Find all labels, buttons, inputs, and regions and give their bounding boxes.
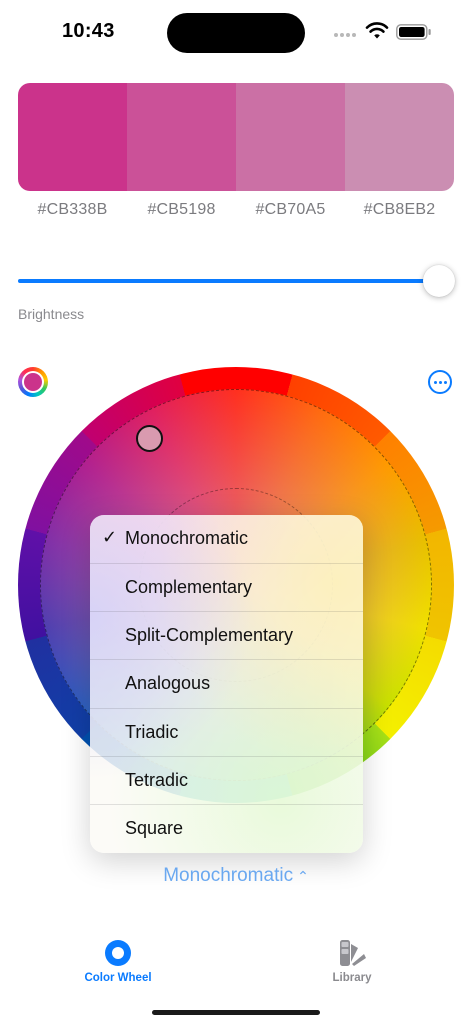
tab-library[interactable]: Library [292,938,412,990]
dynamic-island [167,13,305,53]
slider-track[interactable] [18,279,438,283]
scheme-menu: ✓ Monochromatic Complementary Split-Comp… [90,515,363,853]
wifi-icon [365,22,389,39]
palette-swatch-4[interactable] [345,83,454,191]
menu-item-label: Split-Complementary [125,625,294,645]
tab-label: Color Wheel [84,972,152,984]
swatch-hex-label: #CB70A5 [255,201,326,218]
cellular-signal-icon [334,33,360,39]
slider-thumb[interactable] [423,265,455,297]
status-bar: 10:43 [0,0,472,64]
chevron-up-down-icon: ⌃ [297,868,309,884]
home-indicator [152,1010,320,1015]
status-time: 10:43 [62,20,115,42]
palette-swatch-3[interactable] [236,83,345,191]
palette-swatch-2[interactable] [127,83,236,191]
checkmark-icon: ✓ [102,527,118,547]
menu-item-complementary[interactable]: Complementary [90,563,363,611]
menu-item-label: Square [125,818,184,838]
tab-label: Library [332,972,372,984]
brightness-slider[interactable] [18,262,456,298]
menu-item-monochromatic[interactable]: ✓ Monochromatic [90,515,363,563]
menu-item-triadic[interactable]: Triadic [90,708,363,756]
swatch-hex-label: #CB5198 [147,201,216,218]
color-picker-icon[interactable] [18,367,48,397]
menu-item-square[interactable]: Square [90,804,363,852]
menu-item-analogous[interactable]: Analogous [90,659,363,707]
menu-item-label: Triadic [125,722,179,742]
brightness-label: Brightness [18,306,85,322]
color-wheel-icon [105,940,131,966]
menu-item-label: Monochromatic [125,528,249,548]
selected-color-dot [24,373,42,391]
more-options-icon[interactable] [428,370,452,394]
menu-item-label: Complementary [125,577,253,597]
swatch-library-icon [340,940,366,966]
menu-item-tetradic[interactable]: Tetradic [90,756,363,804]
palette-swatch-1[interactable] [18,83,127,191]
swatch-hex-label: #CB8EB2 [363,201,436,218]
battery-icon [396,24,431,40]
tab-color-wheel[interactable]: Color Wheel [58,938,178,990]
wheel-color-handle[interactable] [136,425,163,452]
palette-hex-labels: #CB338B #CB5198 #CB70A5 #CB8EB2 [18,201,454,219]
scheme-picker-button[interactable]: Monochromatic ⌃ [0,865,472,887]
swatch-hex-label: #CB338B [37,201,108,218]
palette-strip [18,83,454,191]
menu-item-split-complementary[interactable]: Split-Complementary [90,611,363,659]
menu-item-label: Tetradic [125,770,189,790]
scheme-picker-label: Monochromatic [163,865,294,886]
menu-item-label: Analogous [125,673,211,693]
